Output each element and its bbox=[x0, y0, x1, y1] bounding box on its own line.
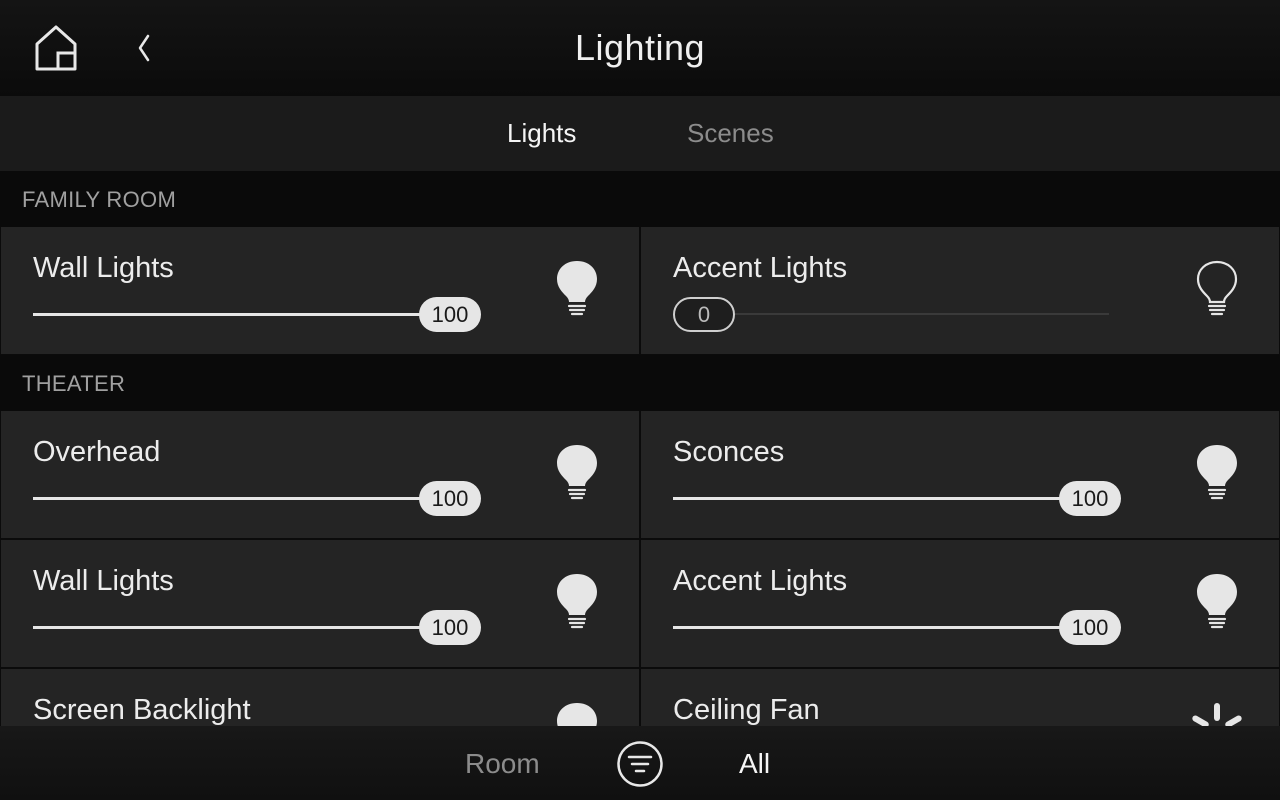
lightbulb-on-icon[interactable] bbox=[1193, 572, 1241, 632]
room-view-button[interactable]: Room bbox=[465, 748, 540, 780]
top-bar: Lighting bbox=[0, 0, 1280, 96]
fan-icon[interactable] bbox=[1192, 701, 1242, 726]
light-name: Sconces bbox=[673, 436, 785, 468]
light-name: Wall Lights bbox=[33, 565, 174, 597]
home-button[interactable] bbox=[28, 20, 84, 76]
light-name: Accent Lights bbox=[673, 565, 848, 597]
dimmer-slider[interactable]: 100 bbox=[673, 610, 1121, 646]
section-title: FAMILY ROOM bbox=[22, 187, 177, 212]
slider-track bbox=[735, 313, 1109, 315]
light-card-family-accent-lights[interactable]: Accent Lights 0 bbox=[641, 227, 1279, 354]
filter-icon bbox=[617, 741, 663, 787]
all-view-button[interactable]: All bbox=[739, 748, 770, 780]
light-card-theater-overhead[interactable]: Overhead 100 bbox=[1, 411, 639, 538]
slider-fill bbox=[33, 313, 450, 316]
dimmer-slider[interactable]: 100 bbox=[33, 481, 481, 517]
light-name: Screen Backlight bbox=[33, 694, 251, 726]
slider-fill bbox=[673, 497, 1090, 500]
filter-button[interactable] bbox=[616, 740, 664, 788]
lightbulb-on-icon[interactable] bbox=[553, 701, 601, 726]
light-card-theater-wall-lights[interactable]: Wall Lights 100 bbox=[1, 540, 639, 667]
dimmer-slider[interactable]: 100 bbox=[33, 297, 481, 333]
light-name: Wall Lights bbox=[33, 252, 174, 284]
slider-thumb[interactable]: 100 bbox=[1059, 481, 1121, 516]
dimmer-slider[interactable]: 100 bbox=[673, 481, 1121, 517]
light-name: Accent Lights bbox=[673, 252, 848, 284]
dimmer-slider[interactable]: 0 bbox=[673, 297, 1121, 333]
slider-thumb[interactable]: 100 bbox=[419, 481, 481, 516]
section-header-theater: THEATER bbox=[0, 355, 1280, 411]
slider-thumb[interactable]: 100 bbox=[419, 297, 481, 332]
page-title: Lighting bbox=[574, 27, 706, 68]
back-button[interactable] bbox=[124, 26, 164, 70]
chevron-left-icon bbox=[138, 34, 150, 62]
section-header-family-room: FAMILY ROOM bbox=[0, 171, 1280, 227]
light-card-theater-sconces[interactable]: Sconces 100 bbox=[641, 411, 1279, 538]
slider-fill bbox=[673, 626, 1090, 629]
light-card-family-wall-lights[interactable]: Wall Lights 100 bbox=[1, 227, 639, 354]
lightbulb-on-icon[interactable] bbox=[553, 443, 601, 503]
light-card-theater-screen-backlight[interactable]: Screen Backlight bbox=[1, 669, 639, 726]
lightbulb-off-icon[interactable] bbox=[1193, 259, 1241, 319]
light-name: Overhead bbox=[33, 436, 161, 468]
fan-name: Ceiling Fan bbox=[673, 694, 820, 726]
bottom-bar: Room All bbox=[0, 726, 1280, 800]
lights-list[interactable]: FAMILY ROOM Wall Lights 100 Accent Light… bbox=[0, 171, 1280, 726]
tab-bar: Lights Scenes bbox=[0, 96, 1280, 171]
section-title: THEATER bbox=[22, 371, 126, 396]
slider-thumb[interactable]: 0 bbox=[673, 297, 735, 332]
tab-lights[interactable]: Lights bbox=[507, 118, 576, 149]
slider-thumb[interactable]: 100 bbox=[419, 610, 481, 645]
lightbulb-on-icon[interactable] bbox=[553, 572, 601, 632]
slider-thumb[interactable]: 100 bbox=[1059, 610, 1121, 645]
home-icon bbox=[35, 25, 77, 71]
slider-fill bbox=[33, 497, 450, 500]
slider-fill bbox=[33, 626, 450, 629]
fan-card-theater-ceiling-fan[interactable]: Ceiling Fan bbox=[641, 669, 1279, 726]
dimmer-slider[interactable]: 100 bbox=[33, 610, 481, 646]
light-card-theater-accent-lights[interactable]: Accent Lights 100 bbox=[641, 540, 1279, 667]
lightbulb-on-icon[interactable] bbox=[1193, 443, 1241, 503]
tab-scenes[interactable]: Scenes bbox=[687, 118, 774, 149]
lightbulb-on-icon[interactable] bbox=[553, 259, 601, 319]
